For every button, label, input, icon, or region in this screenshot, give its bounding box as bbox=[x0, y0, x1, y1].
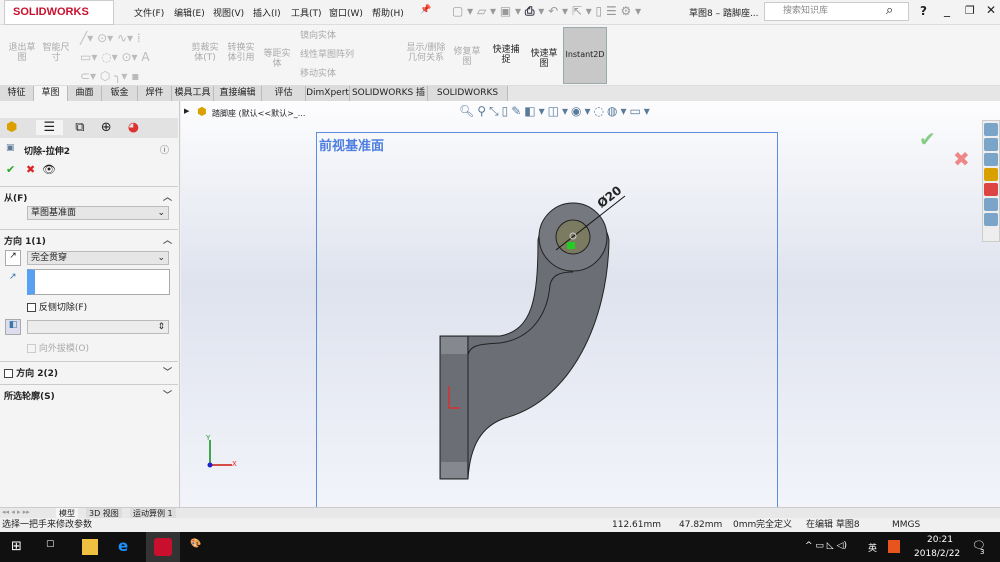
tray-icons[interactable]: ^ ▭ ◺ ◁) bbox=[805, 541, 847, 551]
appearances-icon[interactable] bbox=[984, 183, 998, 196]
windows-taskbar: ⊞ ▢ e 🎨 ^ ▭ ◺ ◁) 英 20:21 2018/2/22 🗨 3 bbox=[0, 532, 1000, 562]
paint-taskbar-icon[interactable]: 🎨 bbox=[190, 539, 206, 555]
design-library-icon[interactable] bbox=[984, 138, 998, 151]
axis-x-label: X bbox=[232, 460, 237, 468]
clock-time[interactable]: 20:21 bbox=[927, 535, 953, 545]
status-editing: 在编辑 草图8 bbox=[806, 520, 860, 530]
file-explorer-taskbar-icon[interactable] bbox=[82, 539, 98, 555]
solidworks-taskbar-button[interactable] bbox=[146, 532, 180, 562]
clock-date[interactable]: 2018/2/22 bbox=[914, 549, 960, 559]
status-bar: 选择一把手来修改参数 112.61mm 47.82mm 0mm 完全定义 在编辑… bbox=[0, 518, 1000, 532]
ime-indicator[interactable]: 英 bbox=[868, 541, 877, 554]
status-definition: 完全定义 bbox=[756, 520, 793, 530]
custom-properties-icon[interactable] bbox=[984, 198, 998, 211]
status-units[interactable]: MMGS bbox=[892, 518, 920, 532]
notification-count: 3 bbox=[980, 548, 985, 556]
task-pane-tabs bbox=[982, 120, 1000, 242]
status-y-coord: 47.82mm bbox=[679, 520, 723, 530]
part-graphic bbox=[207, 195, 626, 480]
edge-taskbar-icon[interactable]: e bbox=[118, 537, 134, 555]
view-palette-icon[interactable] bbox=[984, 168, 998, 181]
task-view-button[interactable]: ▢ bbox=[46, 539, 62, 555]
axis-y-label: Y bbox=[206, 434, 211, 442]
status-x-coord: 112.61mm bbox=[612, 520, 662, 530]
model-view-tabs: ◂◂ ◂ ▸ ▸▸ 模型 3D 视图 运动算例 1 bbox=[0, 507, 1000, 519]
status-z-coord: 0mm bbox=[733, 520, 757, 530]
status-message: 选择一把手来修改参数 bbox=[2, 520, 93, 530]
sogou-icon[interactable] bbox=[888, 540, 900, 553]
home-icon[interactable] bbox=[984, 123, 998, 136]
tab-scroll-arrows[interactable]: ◂◂ ◂ ▸ ▸▸ bbox=[2, 508, 30, 516]
part-top-face bbox=[441, 337, 467, 354]
start-button[interactable]: ⊞ bbox=[11, 539, 27, 555]
part-bottom-face bbox=[441, 462, 467, 478]
forum-icon[interactable] bbox=[984, 213, 998, 226]
file-explorer-icon[interactable] bbox=[984, 153, 998, 166]
